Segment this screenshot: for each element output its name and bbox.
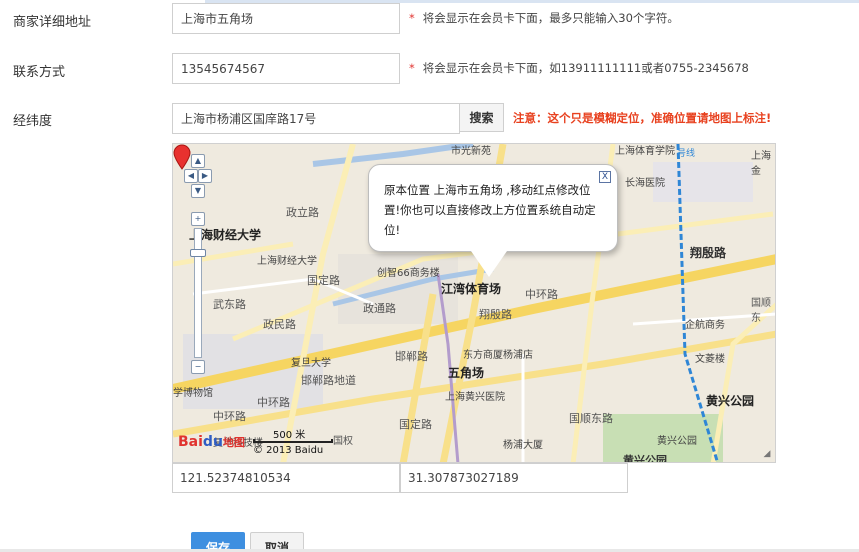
map-label: 武东路 xyxy=(213,298,246,311)
map-label: 中环路 xyxy=(213,410,246,423)
pan-right-icon[interactable]: ▶ xyxy=(198,169,212,183)
pan-left-icon[interactable]: ◀ xyxy=(184,169,198,183)
map-label: 上海体育学院 xyxy=(615,146,675,157)
contact-hint: * 将会显示在会员卡下面，如13911111111或者0755-2345678 xyxy=(409,60,749,76)
required-star: * xyxy=(409,11,415,25)
address-label: 商家详细地址 xyxy=(13,15,92,30)
pan-up-icon[interactable]: ▲ xyxy=(191,154,205,168)
map-label: 国定路 xyxy=(399,418,432,431)
map-copyright: © 2013 Baidu xyxy=(253,445,324,456)
map-label: 中环路 xyxy=(525,288,558,301)
logo-text: Bai xyxy=(178,434,203,450)
map-label: 翔殷路 xyxy=(479,308,512,321)
map-label: 黄兴公园 xyxy=(706,394,755,408)
map-label: 江湾体育场 xyxy=(441,282,502,296)
required-star: * xyxy=(409,61,415,75)
map-label: 上海黄兴医院 xyxy=(445,392,505,403)
map-label: 中环路 xyxy=(257,396,290,409)
map-label: 复旦大学 xyxy=(291,358,331,369)
map-label: 市光新苑 xyxy=(451,146,491,157)
map-label: 上海金 xyxy=(751,151,771,177)
contact-input[interactable] xyxy=(172,53,400,84)
map-label: 创智66商务楼 xyxy=(377,268,440,279)
address-input[interactable] xyxy=(172,3,400,34)
contact-label: 联系方式 xyxy=(13,65,66,80)
logo-text: du xyxy=(202,434,223,450)
location-search-input[interactable] xyxy=(172,103,460,134)
address-hint: * 将会显示在会员卡下面，最多只能输入30个字符。 xyxy=(409,10,679,26)
map-label: 政通路 xyxy=(363,302,396,315)
map-label: 五角场 xyxy=(448,366,485,380)
address-hint-text: 将会显示在会员卡下面，最多只能输入30个字符。 xyxy=(422,11,679,25)
map-label: 学博物馆 xyxy=(173,388,213,399)
map-label: 号线 xyxy=(677,149,696,159)
longitude-field[interactable]: 121.52374810534 xyxy=(172,463,400,493)
close-icon[interactable]: X xyxy=(599,171,611,183)
scale-bar xyxy=(253,439,333,443)
map-label: 东方商厦杨浦店 xyxy=(463,350,533,361)
popup-tail xyxy=(471,251,507,277)
map-canvas[interactable]: 市光新苑 上海体育学院 上海金 政立路 长海医院 上海财经大学 上海财经大学 翔… xyxy=(172,143,776,463)
contact-hint-text: 将会显示在会员卡下面，如13911111111或者0755-2345678 xyxy=(422,61,749,75)
map-label: 杨浦大厦 xyxy=(503,440,543,451)
latitude-field[interactable]: 31.307873027189 xyxy=(400,463,628,493)
map-label: 国顺东路 xyxy=(569,412,613,425)
map-label: 邯郸路地道 xyxy=(301,374,356,387)
pan-down-icon[interactable]: ▼ xyxy=(191,184,205,198)
map-label: 政民路 xyxy=(263,318,296,331)
map-label: 黄兴公园 xyxy=(657,436,697,447)
map-label: 企航商务 xyxy=(685,320,725,331)
location-popup: 原本位置 上海市五角场 ,移动红点修改位置!你也可以直接修改上方位置系统自动定位… xyxy=(368,164,618,252)
map-label: 政立路 xyxy=(286,206,319,219)
popup-text: 原本位置 上海市五角场 ,移动红点修改位置!你也可以直接修改上方位置系统自动定位… xyxy=(384,183,596,237)
map-label: 邯郸路 xyxy=(395,350,428,363)
logo-text: 地图 xyxy=(222,436,245,449)
location-pin-icon[interactable] xyxy=(173,144,191,170)
zoom-out-icon[interactable]: − xyxy=(191,360,205,374)
map-label: 翔殷路 xyxy=(690,246,727,260)
map-label: 国定路 xyxy=(307,274,340,287)
map-label: 文菱楼 xyxy=(695,354,725,365)
location-warning: 注意：这个只是模糊定位，准确位置请地图上标注! xyxy=(513,111,772,125)
baidu-logo: Baidu地图 xyxy=(178,434,245,450)
coords-label: 经纬度 xyxy=(13,114,53,129)
zoom-in-icon[interactable]: + xyxy=(191,212,205,226)
expand-icon[interactable]: ◢ xyxy=(761,448,773,460)
zoom-slider-handle[interactable] xyxy=(190,249,206,257)
map-label: 国权 xyxy=(333,436,353,447)
zoom-slider[interactable] xyxy=(194,228,202,358)
search-button[interactable]: 搜索 xyxy=(459,103,504,132)
map-label: 上海财经大学 xyxy=(257,256,317,267)
map-label: 黄兴公园 xyxy=(623,454,667,463)
map-label: 长海医院 xyxy=(625,178,665,189)
map-label: 国顺东 xyxy=(751,298,771,324)
